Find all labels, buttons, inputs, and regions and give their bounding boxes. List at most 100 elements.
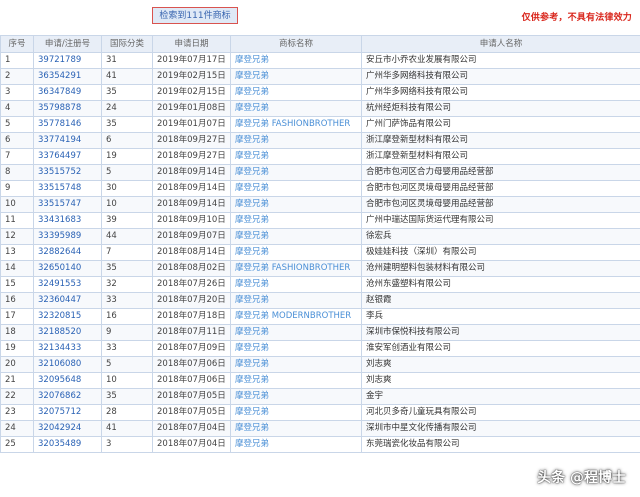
- trademark-name-link[interactable]: 摩登兄弟: [230, 276, 362, 293]
- application-date-cell: 2018年09月14日: [152, 164, 231, 181]
- class-cell: 28: [101, 404, 153, 421]
- registration-number-link[interactable]: 33515748: [33, 180, 102, 197]
- registration-number-link[interactable]: 32491553: [33, 276, 102, 293]
- table-row[interactable]: 10 33515747 10 2018年09月14日 摩登兄弟 合肥市包河区灵境母婴用品经…: [0, 196, 640, 213]
- table-row[interactable]: 7 33764497 19 2018年09月27日 摩登兄弟 浙江摩登新型材料有限公司: [0, 148, 640, 165]
- registration-number-link[interactable]: 36347849: [33, 84, 102, 101]
- registration-number-link[interactable]: 32075712: [33, 404, 102, 421]
- trademark-name-link[interactable]: 摩登兄弟: [230, 324, 362, 341]
- registration-number-link[interactable]: 32188520: [33, 324, 102, 341]
- registration-number-link[interactable]: 32106080: [33, 356, 102, 373]
- applicant-cell: 淮安军创酒业有限公司: [361, 340, 640, 357]
- application-date-cell: 2018年07月06日: [152, 356, 231, 373]
- trademark-name-link[interactable]: 摩登兄弟: [230, 164, 362, 181]
- table-row[interactable]: 12 33395989 44 2018年09月07日 摩登兄弟 徐宏兵: [0, 228, 640, 245]
- trademark-name-link[interactable]: 摩登兄弟 FASHIONBROTHER: [230, 116, 362, 133]
- registration-number-link[interactable]: 32042924: [33, 420, 102, 437]
- table-row[interactable]: 22 32076862 35 2018年07月05日 摩登兄弟 金宇: [0, 388, 640, 405]
- trademark-name-link[interactable]: 摩登兄弟: [230, 436, 362, 453]
- trademark-name-link[interactable]: 摩登兄弟: [230, 340, 362, 357]
- trademark-name-link[interactable]: 摩登兄弟: [230, 356, 362, 373]
- table-row[interactable]: 19 32134433 33 2018年07月09日 摩登兄弟 淮安军创酒业有限公司: [0, 340, 640, 357]
- table-row[interactable]: 1 39721789 31 2019年07月17日 摩登兄弟 安丘市小乔农业发展有限公司: [0, 52, 640, 69]
- column-header-applicant[interactable]: 申请人名称: [361, 35, 640, 53]
- table-row[interactable]: 13 32882644 7 2018年08月14日 摩登兄弟 极娃娃科技（深圳）有限公司: [0, 244, 640, 261]
- application-date-cell: 2019年07月17日: [152, 52, 231, 69]
- column-header-class[interactable]: 国际分类: [101, 35, 153, 53]
- registration-number-link[interactable]: 32095648: [33, 372, 102, 389]
- registration-number-link[interactable]: 33515747: [33, 196, 102, 213]
- class-cell: 10: [101, 372, 153, 389]
- table-row[interactable]: 8 33515752 5 2018年09月14日 摩登兄弟 合肥市包河区合力母婴用品经营部: [0, 164, 640, 181]
- column-header-index[interactable]: 序号: [0, 35, 34, 53]
- trademark-name-link[interactable]: 摩登兄弟: [230, 196, 362, 213]
- trademark-name-link[interactable]: 摩登兄弟: [230, 148, 362, 165]
- column-header-application-date[interactable]: 申请日期: [152, 35, 231, 53]
- trademark-name-link[interactable]: 摩登兄弟: [230, 100, 362, 117]
- trademark-name-link[interactable]: 摩登兄弟 FASHIONBROTHER: [230, 260, 362, 277]
- registration-number-link[interactable]: 33515752: [33, 164, 102, 181]
- registration-number-link[interactable]: 32076862: [33, 388, 102, 405]
- trademark-name-link[interactable]: 摩登兄弟: [230, 420, 362, 437]
- registration-number-link[interactable]: 32320815: [33, 308, 102, 325]
- trademark-name-link[interactable]: 摩登兄弟: [230, 52, 362, 69]
- row-index: 1: [0, 52, 34, 69]
- table-row[interactable]: 6 33774194 6 2018年09月27日 摩登兄弟 浙江摩登新型材料有限公司: [0, 132, 640, 149]
- registration-number-link[interactable]: 32035489: [33, 436, 102, 453]
- row-index: 15: [0, 276, 34, 293]
- row-index: 16: [0, 292, 34, 309]
- trademark-name-link[interactable]: 摩登兄弟: [230, 68, 362, 85]
- column-header-trademark-name[interactable]: 商标名称: [230, 35, 362, 53]
- applicant-cell: 刘志爽: [361, 356, 640, 373]
- table-row[interactable]: 21 32095648 10 2018年07月06日 摩登兄弟 刘志爽: [0, 372, 640, 389]
- table-row[interactable]: 3 36347849 35 2019年02月15日 摩登兄弟 广州华多网络科技有限公司: [0, 84, 640, 101]
- table-row[interactable]: 24 32042924 41 2018年07月04日 摩登兄弟 深圳市中星文化传播有限公司: [0, 420, 640, 437]
- registration-number-link[interactable]: 32650140: [33, 260, 102, 277]
- trademark-name-link[interactable]: 摩登兄弟: [230, 180, 362, 197]
- trademark-name-link[interactable]: 摩登兄弟: [230, 228, 362, 245]
- trademark-name-link[interactable]: 摩登兄弟: [230, 132, 362, 149]
- search-result-summary[interactable]: 检索到111件商标: [152, 7, 238, 24]
- trademark-name-link[interactable]: 摩登兄弟: [230, 244, 362, 261]
- trademark-name-link[interactable]: 摩登兄弟: [230, 84, 362, 101]
- registration-number-link[interactable]: 35778146: [33, 116, 102, 133]
- registration-number-link[interactable]: 32134433: [33, 340, 102, 357]
- registration-number-link[interactable]: 35798878: [33, 100, 102, 117]
- trademark-name-link[interactable]: 摩登兄弟: [230, 292, 362, 309]
- registration-number-link[interactable]: 32882644: [33, 244, 102, 261]
- table-row[interactable]: 14 32650140 35 2018年08月02日 摩登兄弟 FASHIONBROTH…: [0, 260, 640, 277]
- table-row[interactable]: 23 32075712 28 2018年07月05日 摩登兄弟 河北贝多奇儿童玩具有限公司: [0, 404, 640, 421]
- trademark-name-link[interactable]: 摩登兄弟: [230, 212, 362, 229]
- column-header-registration-number[interactable]: 申请/注册号: [33, 35, 102, 53]
- registration-number-link[interactable]: 33774194: [33, 132, 102, 149]
- table-row[interactable]: 17 32320815 16 2018年07月18日 摩登兄弟 MODERNBROTHE…: [0, 308, 640, 325]
- trademark-name-link[interactable]: 摩登兄弟: [230, 404, 362, 421]
- table-row[interactable]: 25 32035489 3 2018年07月04日 摩登兄弟 东莞瑞瓷化妆品有限公司: [0, 436, 640, 453]
- registration-number-link[interactable]: 33764497: [33, 148, 102, 165]
- row-index: 13: [0, 244, 34, 261]
- row-index: 17: [0, 308, 34, 325]
- row-index: 20: [0, 356, 34, 373]
- table-row[interactable]: 15 32491553 32 2018年07月26日 摩登兄弟 沧州东盛塑料有限公司: [0, 276, 640, 293]
- table-row[interactable]: 2 36354291 41 2019年02月15日 摩登兄弟 广州华多网络科技有限公司: [0, 68, 640, 85]
- table-row[interactable]: 4 35798878 24 2019年01月08日 摩登兄弟 杭州经炬科技有限公司: [0, 100, 640, 117]
- registration-number-link[interactable]: 33395989: [33, 228, 102, 245]
- application-date-cell: 2019年02月15日: [152, 84, 231, 101]
- registration-number-link[interactable]: 32360447: [33, 292, 102, 309]
- applicant-cell: 浙江摩登新型材料有限公司: [361, 148, 640, 165]
- trademark-name-link[interactable]: 摩登兄弟 MODERNBROTHER: [230, 308, 362, 325]
- table-row[interactable]: 9 33515748 30 2018年09月14日 摩登兄弟 合肥市包河区灵境母婴用品经营…: [0, 180, 640, 197]
- table-row[interactable]: 20 32106080 5 2018年07月06日 摩登兄弟 刘志爽: [0, 356, 640, 373]
- table-row[interactable]: 5 35778146 35 2019年01月07日 摩登兄弟 FASHIONBROTHE…: [0, 116, 640, 133]
- registration-number-link[interactable]: 36354291: [33, 68, 102, 85]
- registration-number-link[interactable]: 33431683: [33, 212, 102, 229]
- applicant-cell: 赵银霞: [361, 292, 640, 309]
- registration-number-link[interactable]: 39721789: [33, 52, 102, 69]
- trademark-name-link[interactable]: 摩登兄弟: [230, 388, 362, 405]
- table-row[interactable]: 18 32188520 9 2018年07月11日 摩登兄弟 深圳市保悦科技有限公司: [0, 324, 640, 341]
- trademark-name-link[interactable]: 摩登兄弟: [230, 372, 362, 389]
- applicant-cell: 刘志爽: [361, 372, 640, 389]
- table-row[interactable]: 16 32360447 33 2018年07月20日 摩登兄弟 赵银霞: [0, 292, 640, 309]
- table-row[interactable]: 11 33431683 39 2018年09月10日 摩登兄弟 广州中瑞达国际货运代理有限…: [0, 212, 640, 229]
- row-index: 6: [0, 132, 34, 149]
